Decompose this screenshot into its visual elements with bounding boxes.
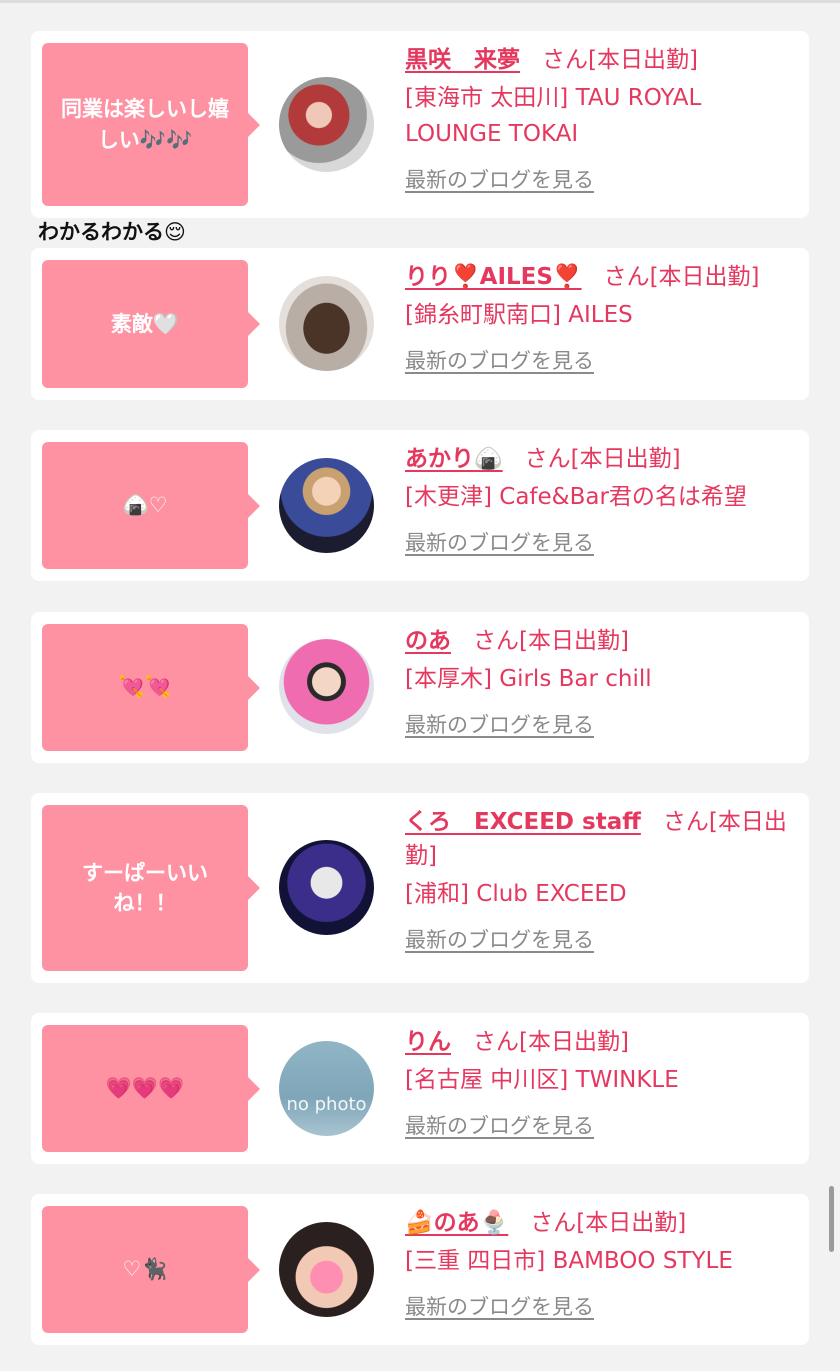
message-text: 💗💗💗 bbox=[105, 1076, 185, 1101]
scrollbar[interactable] bbox=[829, 1186, 834, 1252]
avatar[interactable] bbox=[279, 639, 374, 734]
visitor-card: 💗💗💗 no photo りん さん[本日出勤] [名古屋 中川区] TWINKL… bbox=[31, 1013, 809, 1164]
message-text: すーぱーいいね！！ bbox=[82, 860, 208, 915]
visitor-card: 💘💘 のあ さん[本日出勤] [本厚木] Girls Bar chill 最新のブ… bbox=[31, 612, 809, 763]
message-bubble: 🍙♡ bbox=[42, 442, 260, 569]
message-bubble: 💗💗💗 bbox=[42, 1025, 260, 1152]
visitor-name-link[interactable]: りり❣️AILES❣️ bbox=[405, 264, 582, 290]
status-text: さん[本日出勤] bbox=[473, 628, 629, 654]
shop-location: [三重 四日市] BAMBOO STYLE bbox=[405, 1248, 733, 1274]
message-bubble: ♡🐈‍⬛ bbox=[42, 1206, 260, 1333]
visitor-card: 素敵🤍 りり❣️AILES❣️ さん[本日出勤] [錦糸町駅南口] AILES 最… bbox=[31, 248, 809, 400]
latest-blog-link[interactable]: 最新のブログを見る bbox=[405, 345, 594, 375]
avatar[interactable] bbox=[279, 840, 374, 935]
shop-location: [錦糸町駅南口] AILES bbox=[405, 302, 633, 328]
avatar[interactable]: no photo bbox=[279, 1041, 374, 1136]
visitor-card: すーぱーいいね！！ くろ EXCEED staff さん[本日出勤] [浦和] C… bbox=[31, 793, 809, 983]
status-text: さん[本日出勤] bbox=[542, 47, 698, 73]
message-text: 同業は楽しいし嬉しい🎶🎶 bbox=[61, 97, 229, 152]
message-bubble: すーぱーいいね！！ bbox=[42, 805, 260, 971]
visitor-card: ♡🐈‍⬛ 🍰のあ🍨 さん[本日出勤] [三重 四日市] BAMBOO STYLE … bbox=[31, 1194, 809, 1345]
latest-blog-link[interactable]: 最新のブログを見る bbox=[405, 924, 594, 954]
latest-blog-link[interactable]: 最新のブログを見る bbox=[405, 709, 594, 739]
shop-location: [東海市 太田川] TAU ROYAL LOUNGE TOKAI bbox=[405, 85, 702, 147]
shop-location: [本厚木] Girls Bar chill bbox=[405, 666, 652, 692]
avatar[interactable] bbox=[279, 77, 374, 172]
message-bubble: 素敵🤍 bbox=[42, 260, 260, 388]
visitor-name-link[interactable]: くろ EXCEED staff bbox=[405, 809, 641, 835]
top-divider bbox=[0, 0, 840, 3]
message-text: 🍙♡ bbox=[122, 493, 168, 518]
avatar[interactable] bbox=[279, 276, 374, 371]
visitor-name-link[interactable]: 黒咲 来夢 bbox=[405, 47, 520, 73]
visitor-info: くろ EXCEED staff さん[本日出勤] [浦和] Club EXCEED… bbox=[405, 805, 797, 954]
visitor-card: 同業は楽しいし嬉しい🎶🎶 黒咲 来夢 さん[本日出勤] [東海市 太田川] TAU… bbox=[31, 31, 809, 218]
latest-blog-link[interactable]: 最新のブログを見る bbox=[405, 164, 594, 194]
visitor-info: のあ さん[本日出勤] [本厚木] Girls Bar chill 最新のブログを… bbox=[405, 624, 797, 739]
visitor-info: りり❣️AILES❣️ さん[本日出勤] [錦糸町駅南口] AILES 最新のブロ… bbox=[405, 260, 797, 375]
shop-location: [浦和] Club EXCEED bbox=[405, 881, 627, 907]
message-text: 💘💘 bbox=[118, 675, 172, 700]
shop-location: [名古屋 中川区] TWINKLE bbox=[405, 1067, 679, 1093]
reply-comment: わかるわかる😌 bbox=[38, 220, 186, 244]
latest-blog-link[interactable]: 最新のブログを見る bbox=[405, 1110, 594, 1140]
visitor-name-link[interactable]: 🍰のあ🍨 bbox=[405, 1210, 508, 1236]
message-text: ♡🐈‍⬛ bbox=[122, 1257, 168, 1282]
message-text: 素敵🤍 bbox=[110, 311, 180, 336]
message-bubble: 💘💘 bbox=[42, 624, 260, 751]
status-text: さん[本日出勤] bbox=[530, 1210, 687, 1236]
visitor-info: 🍰のあ🍨 さん[本日出勤] [三重 四日市] BAMBOO STYLE 最新のブロ… bbox=[405, 1206, 797, 1321]
status-text: さん[本日出勤] bbox=[603, 264, 760, 290]
status-text: さん[本日出勤] bbox=[524, 446, 681, 472]
visitor-card: 🍙♡ あかり🍙 さん[本日出勤] [木更津] Cafe&Bar君の名は希望 最新の… bbox=[31, 430, 809, 581]
latest-blog-link[interactable]: 最新のブログを見る bbox=[405, 527, 594, 557]
latest-blog-link[interactable]: 最新のブログを見る bbox=[405, 1291, 594, 1321]
avatar[interactable] bbox=[279, 458, 374, 553]
message-bubble: 同業は楽しいし嬉しい🎶🎶 bbox=[42, 43, 260, 206]
visitor-name-link[interactable]: あかり🍙 bbox=[405, 446, 503, 472]
visitor-name-link[interactable]: りん bbox=[405, 1029, 451, 1055]
visitor-info: あかり🍙 さん[本日出勤] [木更津] Cafe&Bar君の名は希望 最新のブログ… bbox=[405, 442, 797, 557]
visitor-name-link[interactable]: のあ bbox=[405, 628, 451, 654]
visitor-info: りん さん[本日出勤] [名古屋 中川区] TWINKLE 最新のブログを見る bbox=[405, 1025, 797, 1140]
avatar[interactable] bbox=[279, 1222, 374, 1317]
status-text: さん[本日出勤] bbox=[473, 1029, 629, 1055]
no-photo-label: no photo bbox=[286, 1094, 367, 1115]
visitor-info: 黒咲 来夢 さん[本日出勤] [東海市 太田川] TAU ROYAL LOUNGE… bbox=[405, 43, 797, 194]
shop-location: [木更津] Cafe&Bar君の名は希望 bbox=[405, 484, 747, 510]
